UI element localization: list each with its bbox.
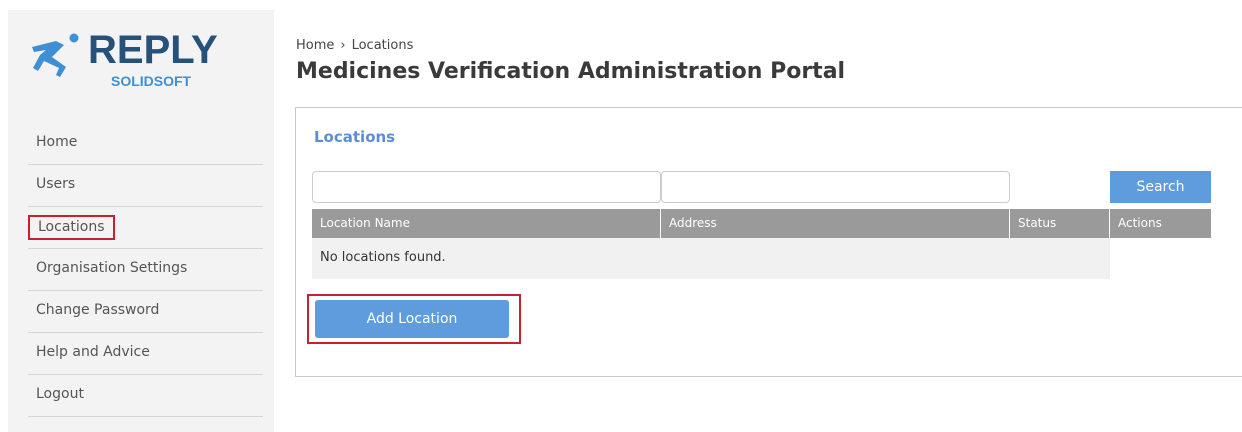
page-title: Medicines Verification Administration Po… (296, 59, 846, 84)
sidebar-item-logout[interactable]: Logout (28, 375, 263, 417)
search-button[interactable]: Search (1110, 171, 1211, 203)
sidebar-item-label: Home (36, 134, 78, 150)
panel-title: Locations (314, 128, 396, 146)
column-header-status[interactable]: Status (1010, 209, 1110, 238)
address-filter-input[interactable] (661, 171, 1010, 203)
table-header: Location Name Address Status Actions (312, 209, 1211, 238)
sidebar-item-label: Organisation Settings (36, 260, 188, 276)
logo-subtitle: SOLIDSOFT (111, 73, 192, 89)
sidebar-item-label: Logout (36, 386, 84, 402)
logo-wordmark: REPLY (88, 28, 218, 72)
column-header-address[interactable]: Address (661, 209, 1010, 238)
breadcrumb: Home › Locations (296, 38, 413, 53)
table-empty-row: No locations found. (312, 238, 1110, 279)
sidebar-item-locations[interactable]: Locations (28, 207, 263, 249)
column-header-actions: Actions (1118, 216, 1162, 230)
breadcrumb-home-link[interactable]: Home (296, 38, 334, 53)
sidebar: REPLY SOLIDSOFT Home Users Locations Org… (8, 10, 274, 432)
runner-icon (32, 33, 79, 77)
sidebar-item-users[interactable]: Users (28, 165, 263, 207)
sidebar-item-change-password[interactable]: Change Password (28, 291, 263, 333)
column-header-location-name[interactable]: Location Name (312, 209, 661, 238)
sidebar-item-label: Locations (28, 215, 115, 240)
location-name-filter-input[interactable] (312, 171, 661, 203)
add-location-button[interactable]: Add Location (315, 300, 509, 338)
sidebar-nav: Home Users Locations Organisation Settin… (28, 123, 263, 417)
sidebar-item-label: Users (36, 176, 76, 192)
breadcrumb-separator-icon: › (340, 38, 346, 53)
sidebar-item-home[interactable]: Home (28, 123, 263, 165)
sidebar-item-organisation-settings[interactable]: Organisation Settings (28, 249, 263, 291)
locations-panel: Locations Search Location Name Address S… (295, 107, 1242, 377)
sidebar-item-label: Change Password (36, 302, 160, 318)
sidebar-item-help-and-advice[interactable]: Help and Advice (28, 333, 263, 375)
reply-solidsoft-logo[interactable]: REPLY SOLIDSOFT (30, 27, 218, 97)
empty-message: No locations found. (320, 250, 446, 265)
breadcrumb-current: Locations (351, 38, 414, 53)
sidebar-item-label: Help and Advice (36, 344, 150, 360)
